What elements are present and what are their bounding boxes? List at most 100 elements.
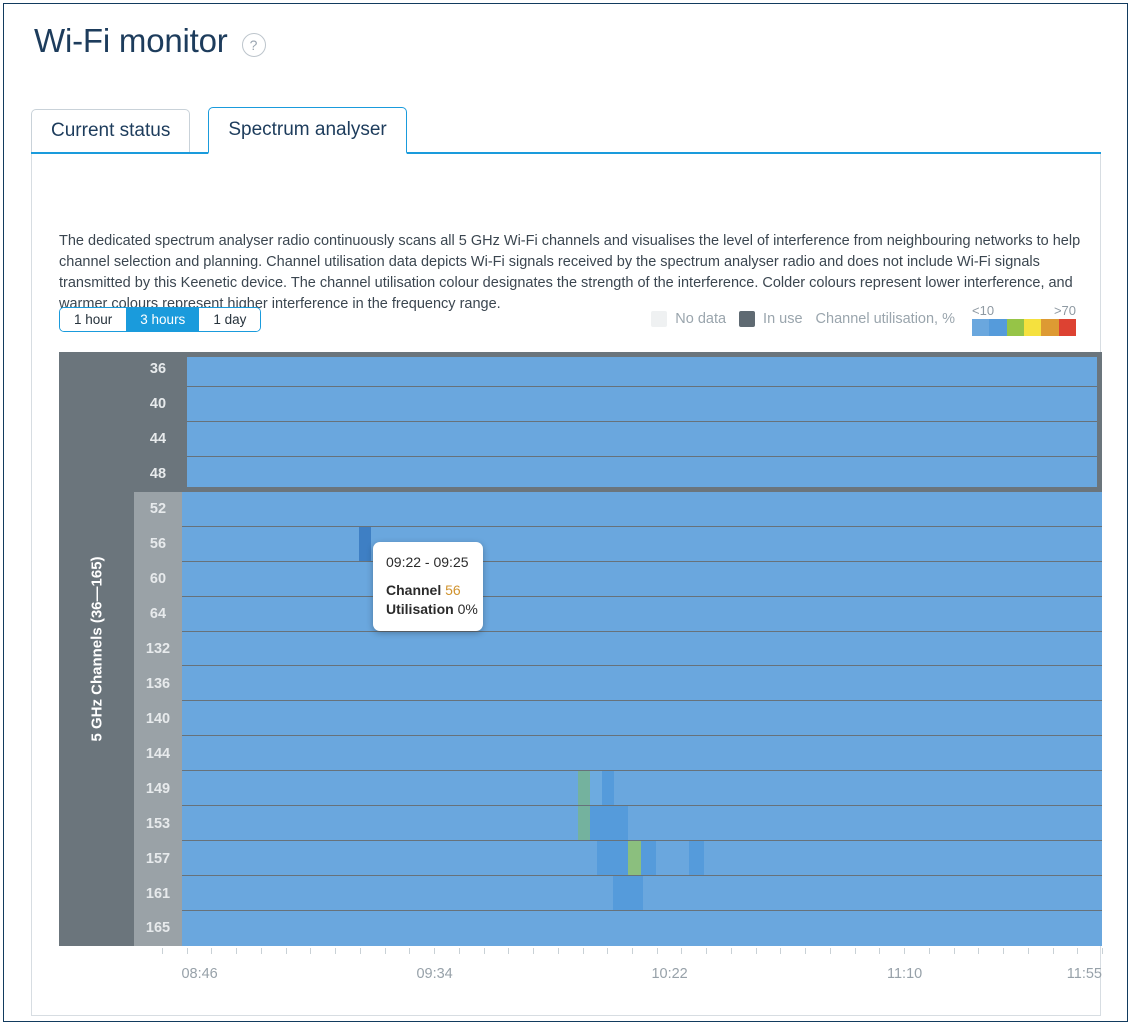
x-axis-tick <box>805 948 807 954</box>
channel-label: 157 <box>134 841 182 877</box>
x-axis-tick <box>780 948 782 954</box>
channel-label: 36 <box>134 352 182 387</box>
scale-band <box>1041 318 1059 336</box>
no-data-swatch-icon <box>651 311 668 327</box>
x-axis-tick <box>359 948 361 954</box>
heatmap-row[interactable]: 136 <box>134 666 1102 702</box>
channel-track[interactable] <box>182 771 1102 807</box>
heatmap-cell[interactable] <box>688 841 704 876</box>
x-axis-tick <box>656 948 658 954</box>
channel-track[interactable] <box>182 596 1102 632</box>
heatmap-row[interactable]: 36 <box>134 352 1102 387</box>
x-axis-labels: 08:46 09:34 10:22 11:10 11:55 <box>162 966 1102 986</box>
tooltip-time-range: 09:22 - 09:25 <box>386 554 469 570</box>
heatmap-row[interactable]: 40 <box>134 386 1102 422</box>
hovered-cell[interactable] <box>358 526 371 561</box>
x-axis-label: 11:10 <box>886 966 923 982</box>
x-axis: 08:46 09:34 10:22 11:10 11:55 <box>162 948 1103 1008</box>
legend-in-use-label: In use <box>763 311 803 327</box>
channel-track[interactable] <box>182 841 1102 877</box>
channel-label: 136 <box>134 666 182 702</box>
heatmap-row[interactable]: 149 <box>134 771 1102 807</box>
x-axis-tick <box>978 948 980 954</box>
time-range-3-hours[interactable]: 3 hours <box>126 308 200 331</box>
legend-no-data-label: No data <box>675 311 727 327</box>
legend-no-data: No data <box>651 311 726 327</box>
x-axis-tick <box>755 948 757 954</box>
panel-description: The dedicated spectrum analyser radio co… <box>59 232 1081 312</box>
channel-track[interactable] <box>182 736 1102 772</box>
heatmap-cell[interactable] <box>641 841 656 876</box>
x-axis-label: 11:55 <box>1066 966 1102 982</box>
tab-current-status[interactable]: Current status <box>31 109 191 154</box>
heatmap-row[interactable]: 144 <box>134 736 1102 772</box>
heatmap-row[interactable]: 48 <box>134 456 1102 492</box>
channel-track[interactable] <box>182 352 1102 387</box>
help-icon[interactable]: ? <box>241 32 266 57</box>
heatmap-cell[interactable] <box>602 771 615 806</box>
scale-band <box>972 318 990 336</box>
channel-track[interactable] <box>182 701 1102 737</box>
scale-max-label: >70 <box>1053 302 1076 318</box>
x-axis-tick <box>1027 948 1029 954</box>
spectrum-analyser-panel: The dedicated spectrum analyser radio co… <box>31 154 1103 1016</box>
channel-label: 132 <box>134 631 182 667</box>
x-axis-tick <box>879 948 881 954</box>
channel-track[interactable] <box>182 911 1102 946</box>
heatmap-row[interactable]: 132 <box>134 631 1102 667</box>
x-axis-tick <box>236 948 238 954</box>
x-axis-label: 08:46 <box>181 966 218 982</box>
tooltip-utilisation-value: 0% <box>457 601 478 617</box>
time-range-1-hour[interactable]: 1 hour <box>60 308 127 331</box>
heatmap-cell[interactable] <box>577 771 591 806</box>
heatmap-row[interactable]: 161 <box>134 876 1102 911</box>
heatmap-row[interactable]: 60 <box>134 561 1102 597</box>
x-axis-tick <box>533 948 535 954</box>
x-axis-tick <box>483 948 485 954</box>
heatmap-cell[interactable] <box>577 806 591 841</box>
channel-track[interactable] <box>182 456 1102 492</box>
spectrum-heatmap[interactable]: 5 GHz Channels (36—165) 36 40 44 48 52 56 60 64… <box>59 352 1102 946</box>
channel-track[interactable] <box>182 421 1102 457</box>
channel-track[interactable] <box>182 491 1102 527</box>
channel-label: 40 <box>134 386 182 422</box>
heatmap-row[interactable]: 140 <box>134 701 1102 737</box>
heatmap-row[interactable]: 52 <box>134 491 1102 527</box>
channel-label: 60 <box>134 561 182 597</box>
heatmap-cell[interactable] <box>590 806 629 841</box>
channel-label: 153 <box>134 806 182 842</box>
channel-track[interactable] <box>182 386 1102 422</box>
x-axis-tick <box>681 948 683 954</box>
heatmap-row[interactable]: 56 <box>134 526 1102 562</box>
heatmap-cell[interactable] <box>596 841 629 876</box>
channel-track[interactable] <box>182 806 1102 842</box>
scale-min-label: <10 <box>972 302 995 318</box>
heatmap-row[interactable]: 165 <box>134 911 1102 946</box>
time-range-1-day[interactable]: 1 day <box>199 308 261 331</box>
heatmap-row[interactable]: 153 <box>134 806 1102 842</box>
time-range-selector: 1 hour 3 hours 1 day <box>59 307 262 332</box>
x-axis-label: 09:34 <box>416 966 453 982</box>
tooltip-channel-row: Channel 56 <box>386 581 470 600</box>
tooltip-channel-value: 56 <box>445 582 461 598</box>
heatmap-row[interactable]: 157 <box>134 841 1102 877</box>
channel-track[interactable] <box>182 526 1102 562</box>
chart-legend: No data In use Channel utilisation, % <1… <box>651 302 1076 336</box>
channel-track[interactable] <box>182 666 1102 702</box>
heatmap-row[interactable]: 44 <box>134 421 1102 457</box>
x-axis-tick <box>632 948 633 954</box>
heatmap-cell[interactable] <box>590 771 603 806</box>
channel-track[interactable] <box>182 631 1102 667</box>
channel-label: 44 <box>134 421 182 457</box>
app-window: Wi-Fi monitor ? Current status Spectrum … <box>3 3 1128 1022</box>
x-axis-tick <box>285 948 287 954</box>
tab-current-status-label: Current status <box>51 120 171 141</box>
channel-track[interactable] <box>182 876 1102 911</box>
tab-spectrum-analyser[interactable]: Spectrum analyser <box>208 107 407 154</box>
heatmap-row[interactable]: 64 <box>134 596 1102 632</box>
tooltip-utilisation-label: Utilisation <box>386 601 454 617</box>
heatmap-cell[interactable] <box>612 876 643 910</box>
channel-track[interactable] <box>182 561 1102 597</box>
x-axis-tick <box>730 948 732 954</box>
heatmap-cell[interactable] <box>628 841 642 876</box>
